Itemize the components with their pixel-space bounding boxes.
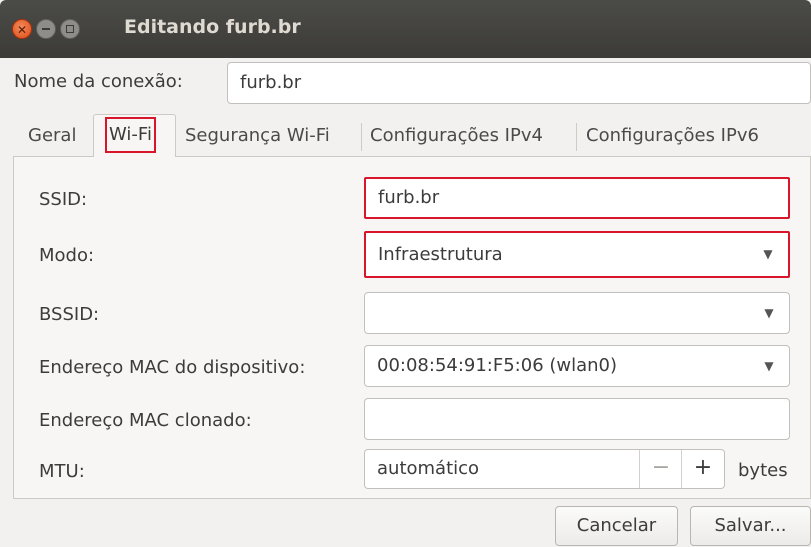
chevron-down-icon: ▼ xyxy=(764,359,774,373)
cloned-mac-label: Endereço MAC clonado: xyxy=(39,410,252,431)
tab-wifi[interactable]: Wi-Fi xyxy=(105,117,156,153)
tab-seguranca-wifi[interactable]: Segurança Wi-Fi xyxy=(185,115,330,157)
bssid-label: BSSID: xyxy=(39,304,100,325)
chevron-down-icon: ▼ xyxy=(764,306,774,320)
chevron-down-icon: ▼ xyxy=(763,247,773,261)
maximize-window-button[interactable] xyxy=(60,19,80,39)
save-button[interactable]: Salvar... xyxy=(690,506,811,546)
mtu-value[interactable]: automático xyxy=(377,458,479,479)
tab-separator xyxy=(361,123,362,151)
device-mac-value: 00:08:54:91:F5:06 (wlan0) xyxy=(377,355,618,376)
tab-geral[interactable]: Geral xyxy=(28,115,76,157)
connection-name-value: furb.br xyxy=(240,72,302,93)
ssid-value: furb.br xyxy=(378,187,440,208)
ssid-input[interactable]: furb.br xyxy=(364,177,790,219)
title-bar: ✕ Editando furb.br xyxy=(0,0,811,58)
tab-ipv4[interactable]: Configurações IPv4 xyxy=(370,115,543,157)
mode-value: Infraestrutura xyxy=(378,244,503,265)
mtu-increment-button[interactable]: + xyxy=(681,450,724,488)
connection-name-label: Nome da conexão: xyxy=(14,71,183,92)
minimize-window-button[interactable] xyxy=(36,19,56,39)
mtu-decrement-button[interactable]: − xyxy=(639,450,682,488)
mtu-label: MTU: xyxy=(39,461,85,482)
mode-select[interactable]: Infraestrutura ▼ xyxy=(364,231,790,278)
mtu-spinbutton[interactable]: automático − + xyxy=(364,449,725,489)
device-mac-select[interactable]: 00:08:54:91:F5:06 (wlan0) ▼ xyxy=(364,345,790,387)
cancel-button[interactable]: Cancelar xyxy=(555,506,678,546)
device-mac-label: Endereço MAC do dispositivo: xyxy=(39,357,306,378)
connection-name-input[interactable]: furb.br xyxy=(227,62,811,104)
cloned-mac-input[interactable] xyxy=(364,398,790,440)
close-window-button[interactable]: ✕ xyxy=(12,19,32,39)
window-title: Editando furb.br xyxy=(124,16,301,38)
mtu-unit-label: bytes xyxy=(738,460,788,481)
mode-label: Modo: xyxy=(39,245,95,266)
bssid-select[interactable]: ▼ xyxy=(364,292,790,334)
ssid-label: SSID: xyxy=(39,189,88,210)
tab-bar: Geral Wi-Fi Segurança Wi-Fi Configuraçõe… xyxy=(13,115,811,157)
tab-separator xyxy=(576,123,577,151)
tab-ipv6[interactable]: Configurações IPv6 xyxy=(586,115,759,157)
